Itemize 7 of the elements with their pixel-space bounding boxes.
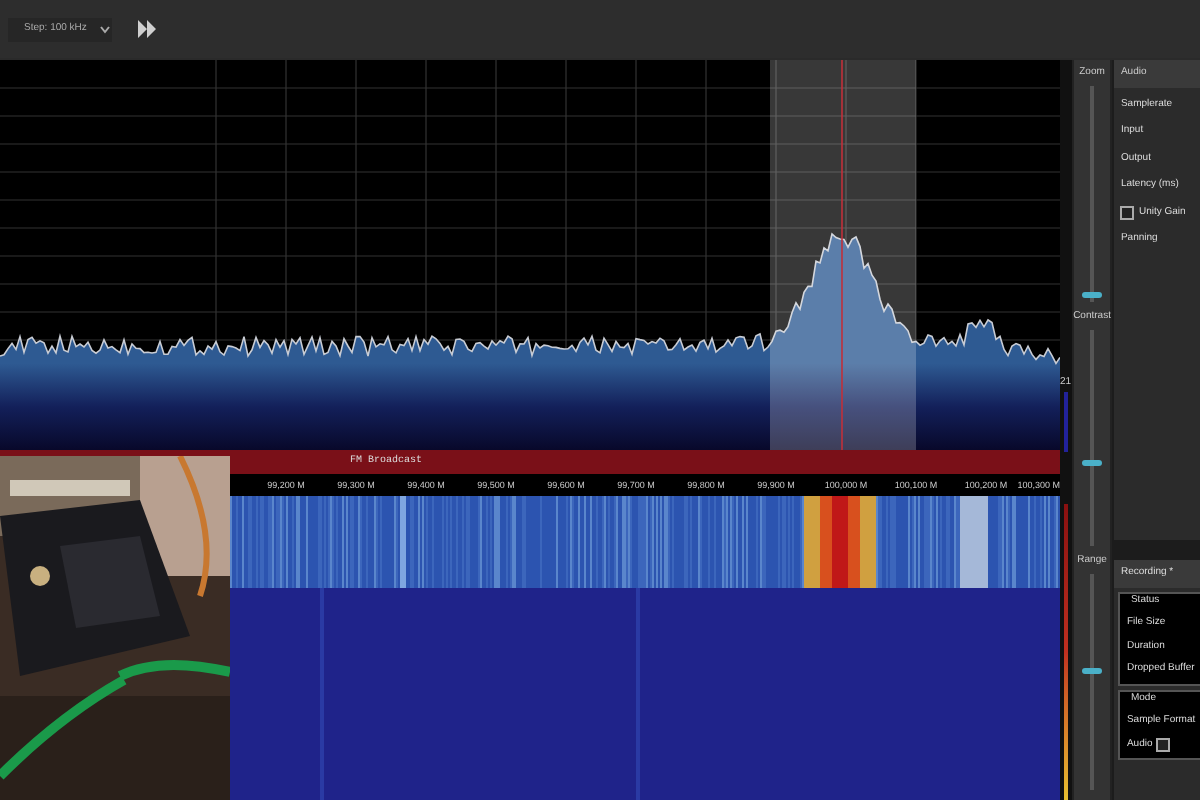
- checkbox[interactable]: [1156, 737, 1171, 752]
- fast-forward-icon[interactable]: [138, 20, 156, 38]
- chevron-down-icon: [100, 25, 110, 33]
- slider-thumb[interactable]: [1082, 667, 1103, 674]
- slider-thumb[interactable]: [1082, 459, 1103, 466]
- checkbox[interactable]: [1120, 205, 1135, 220]
- slider-thumb[interactable]: [1082, 291, 1103, 298]
